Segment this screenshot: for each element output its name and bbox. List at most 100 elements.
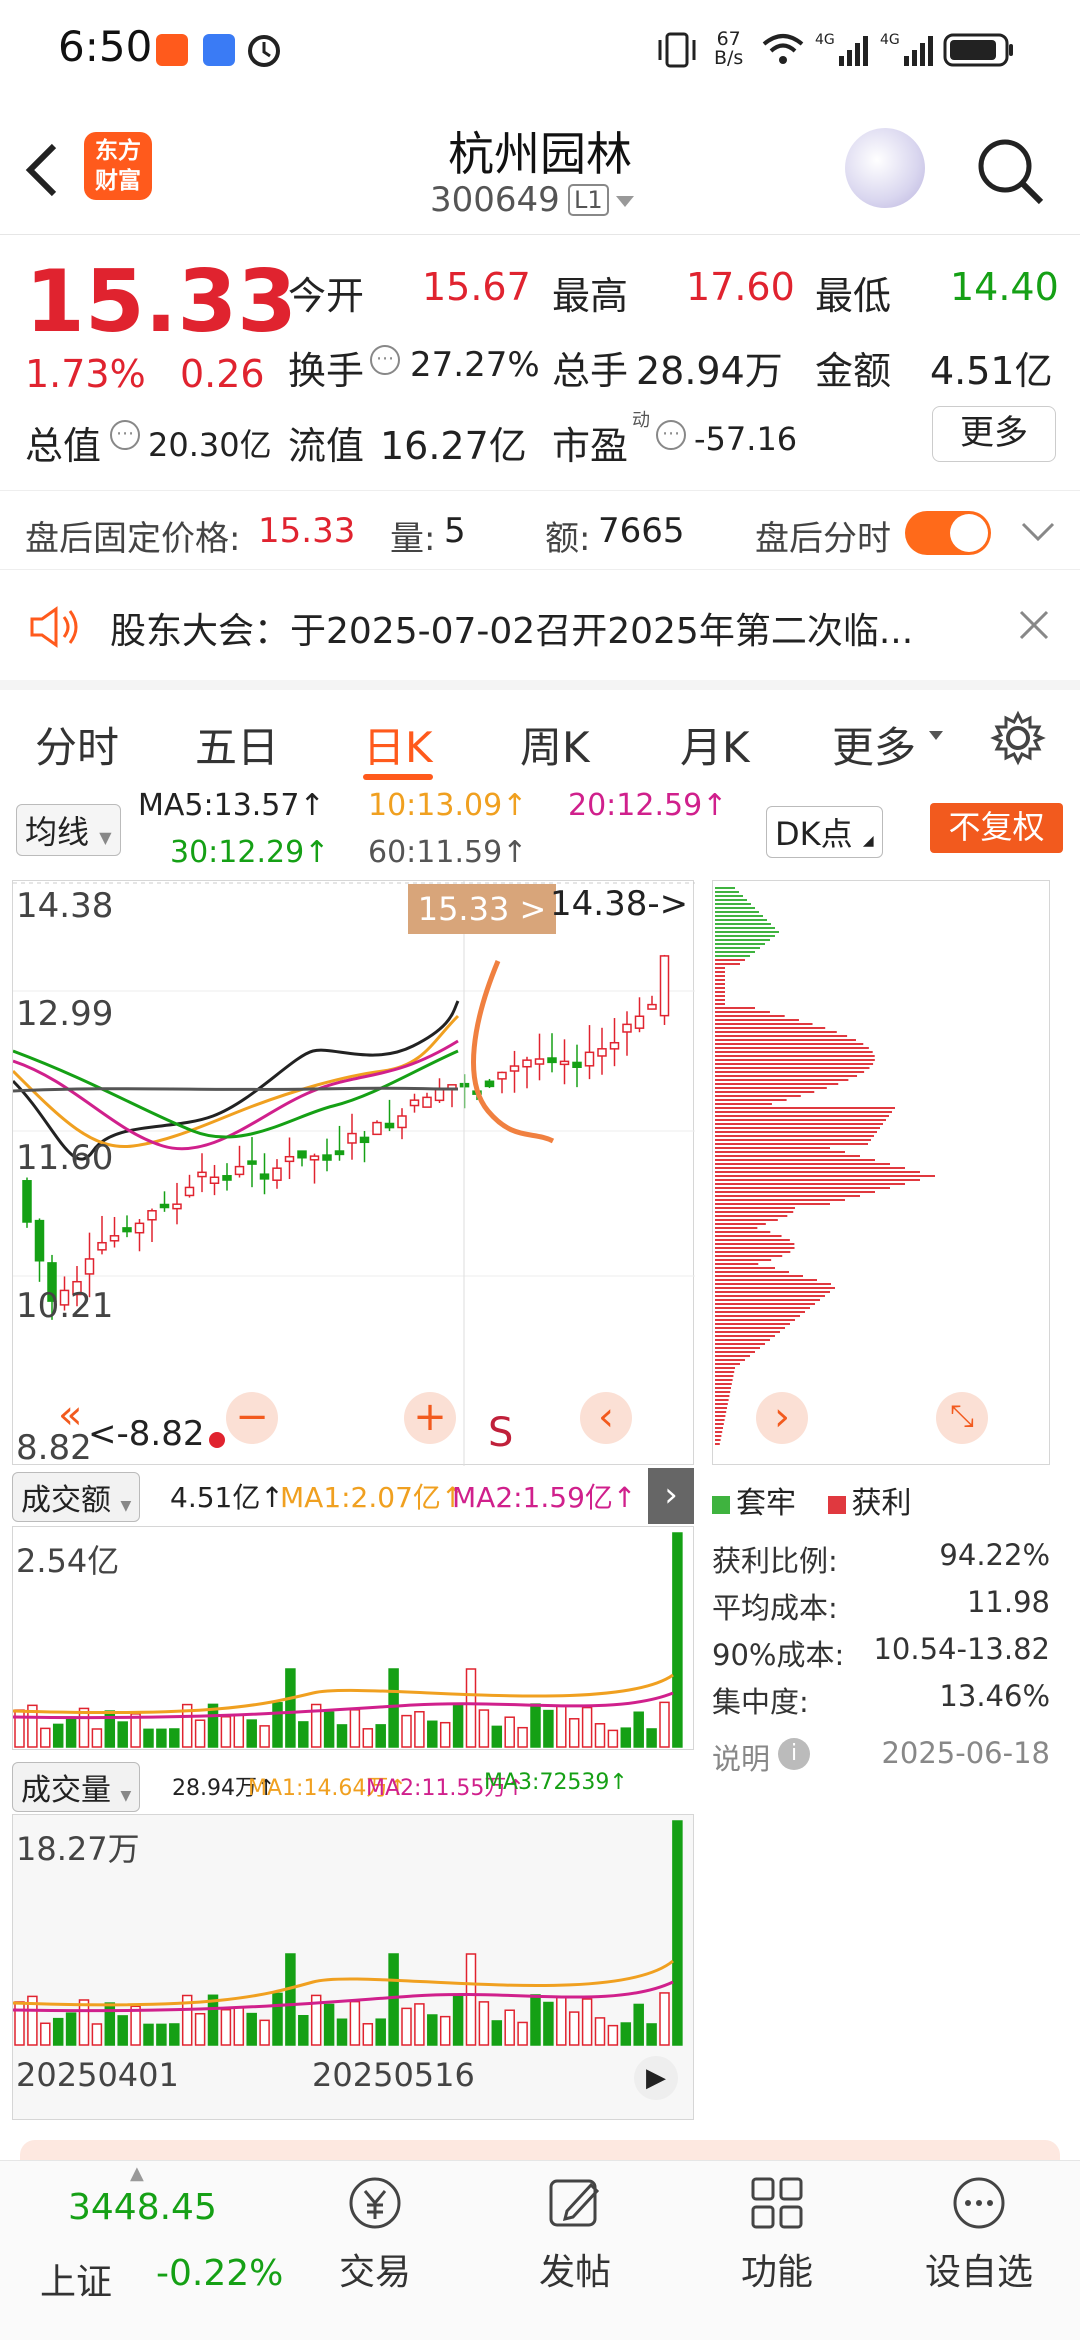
zoom-out-button[interactable]: − xyxy=(226,1392,278,1444)
chip-bar xyxy=(715,1003,725,1005)
stock-header: 东方 财富 杭州园林 300649 L1 xyxy=(0,100,1080,235)
volume-bar xyxy=(117,1721,128,1748)
nav-functions[interactable]: 功能 xyxy=(702,2173,852,2295)
note-label[interactable]: 说明 xyxy=(712,1736,770,1778)
volume-bar xyxy=(530,1703,541,1748)
info-icon[interactable]: i xyxy=(778,1738,810,1770)
chip-bar xyxy=(715,1103,772,1105)
no-adjust-button[interactable]: 不复权 xyxy=(930,803,1063,853)
dk-point-button[interactable]: DK点 ◢ xyxy=(766,806,883,858)
info-icon[interactable]: ⋯ xyxy=(656,420,686,450)
index-value[interactable]: 3448.45 xyxy=(68,2187,217,2228)
back-arrow-icon[interactable] xyxy=(22,140,62,200)
volume-bar xyxy=(388,1953,399,2046)
candle-body xyxy=(197,1171,207,1178)
volume-bar xyxy=(465,1668,477,1748)
ma5-value: MA5:13.57↑ xyxy=(138,788,325,823)
volume-bar xyxy=(517,2021,528,2046)
chip-bar xyxy=(715,1051,873,1053)
volume-bar xyxy=(401,2007,412,2046)
candle-body xyxy=(597,1048,607,1057)
scroll-left-button[interactable]: ‹ xyxy=(580,1392,632,1444)
dropdown-icon[interactable] xyxy=(928,730,944,742)
chevron-down-icon[interactable] xyxy=(1020,521,1056,543)
candle-body xyxy=(609,1041,620,1050)
chip-bar xyxy=(715,1027,826,1029)
chip-bar xyxy=(715,1327,785,1329)
price-tag: 15.33 > xyxy=(408,884,556,934)
volume-bar xyxy=(504,1716,515,1748)
volume-bar xyxy=(491,1725,503,1748)
vibrate-icon xyxy=(658,32,696,68)
volume-bar xyxy=(439,2015,451,2046)
indicator-expand-button[interactable]: › xyxy=(648,1468,694,1524)
chip-bar xyxy=(715,995,725,997)
volume-bar xyxy=(646,1728,657,1748)
avg-cost-label: 平均成本: xyxy=(712,1591,838,1625)
ai-assistant-avatar[interactable] xyxy=(845,128,925,208)
chip-bar xyxy=(715,903,751,905)
volume-bar xyxy=(414,2003,425,2046)
more-button[interactable]: 更多 xyxy=(932,406,1056,462)
volume-bar xyxy=(285,1668,296,1748)
volume-bar xyxy=(91,2023,103,2046)
profit-ratio-value: 94.22% xyxy=(939,1538,1050,1572)
float-value: 16.27亿 xyxy=(380,424,527,468)
chip-bar xyxy=(715,1179,920,1181)
close-icon[interactable] xyxy=(1018,609,1050,641)
chip-bar xyxy=(715,1347,760,1349)
candle-body xyxy=(547,1057,557,1064)
after-amt-label: 额: xyxy=(545,519,591,559)
candle-body xyxy=(97,1241,107,1251)
chip-bar xyxy=(715,1063,874,1065)
index-name[interactable]: 上证 xyxy=(40,2253,112,2305)
candle-body xyxy=(222,1175,232,1181)
chip-bar xyxy=(715,1083,839,1085)
chip-bar xyxy=(715,1123,883,1125)
search-icon[interactable] xyxy=(975,136,1045,206)
ma-selector[interactable]: 均线 ▼ xyxy=(16,804,121,856)
chip-bar xyxy=(715,955,750,957)
candle-body xyxy=(634,1015,645,1029)
rewind-icon[interactable]: « xyxy=(58,1392,82,1438)
settings-gear-icon[interactable] xyxy=(990,710,1046,766)
volume-bar xyxy=(659,1701,670,1748)
stock-code: 300649 xyxy=(430,180,560,220)
index-change[interactable]: -0.22% xyxy=(156,2253,283,2294)
up-caret-icon[interactable]: ▲ xyxy=(130,2163,144,2184)
candle-body xyxy=(434,1088,445,1102)
chip-bar xyxy=(715,1119,886,1121)
tab-daily-k[interactable]: 日K xyxy=(363,714,433,775)
tab-weekly-k[interactable]: 周K xyxy=(520,714,590,775)
candle-body xyxy=(372,1121,382,1136)
nav-add-watchlist[interactable]: 设自选 xyxy=(904,2173,1054,2295)
chip-bar xyxy=(715,1263,759,1265)
tab-fenshi[interactable]: 分时 xyxy=(35,714,119,775)
chip-distribution[interactable] xyxy=(712,880,1050,1465)
chip-bar xyxy=(715,1375,734,1377)
chip-bar xyxy=(715,1371,735,1373)
tab-wuri[interactable]: 五日 xyxy=(195,714,279,775)
tab-monthly-k[interactable]: 月K xyxy=(680,714,750,775)
dropdown-icon[interactable] xyxy=(614,194,636,210)
candle-body xyxy=(134,1222,145,1234)
play-icon[interactable]: ▶ xyxy=(634,2056,678,2100)
notice-bar[interactable]: 股东大会：于2025-07-02召开2025年第二次临... xyxy=(0,575,1080,675)
zoom-in-button[interactable]: + xyxy=(404,1392,456,1444)
candle-body xyxy=(647,1003,657,1010)
kline-chart[interactable] xyxy=(12,880,695,1466)
tab-more[interactable]: 更多 xyxy=(832,714,916,775)
info-icon[interactable]: ⋯ xyxy=(370,345,400,375)
nav-trade[interactable]: 交易 xyxy=(300,2173,450,2295)
volume-bar xyxy=(336,1724,348,1748)
amount-indicator-selector[interactable]: 成交额 ▼ xyxy=(12,1472,141,1522)
nav-post[interactable]: 发帖 xyxy=(500,2173,650,2295)
float-label: 流值 xyxy=(288,424,365,468)
ma60-value: 60:11.59↑ xyxy=(368,835,528,870)
after-fenshi-toggle[interactable] xyxy=(905,511,991,555)
volume-indicator-selector[interactable]: 成交量 ▼ xyxy=(12,1762,141,1812)
ma10-value: 10:13.09↑ xyxy=(368,788,528,823)
pe-value: -57.16 xyxy=(694,420,798,458)
candle-body xyxy=(659,955,670,1017)
info-icon[interactable]: ⋯ xyxy=(110,420,140,450)
